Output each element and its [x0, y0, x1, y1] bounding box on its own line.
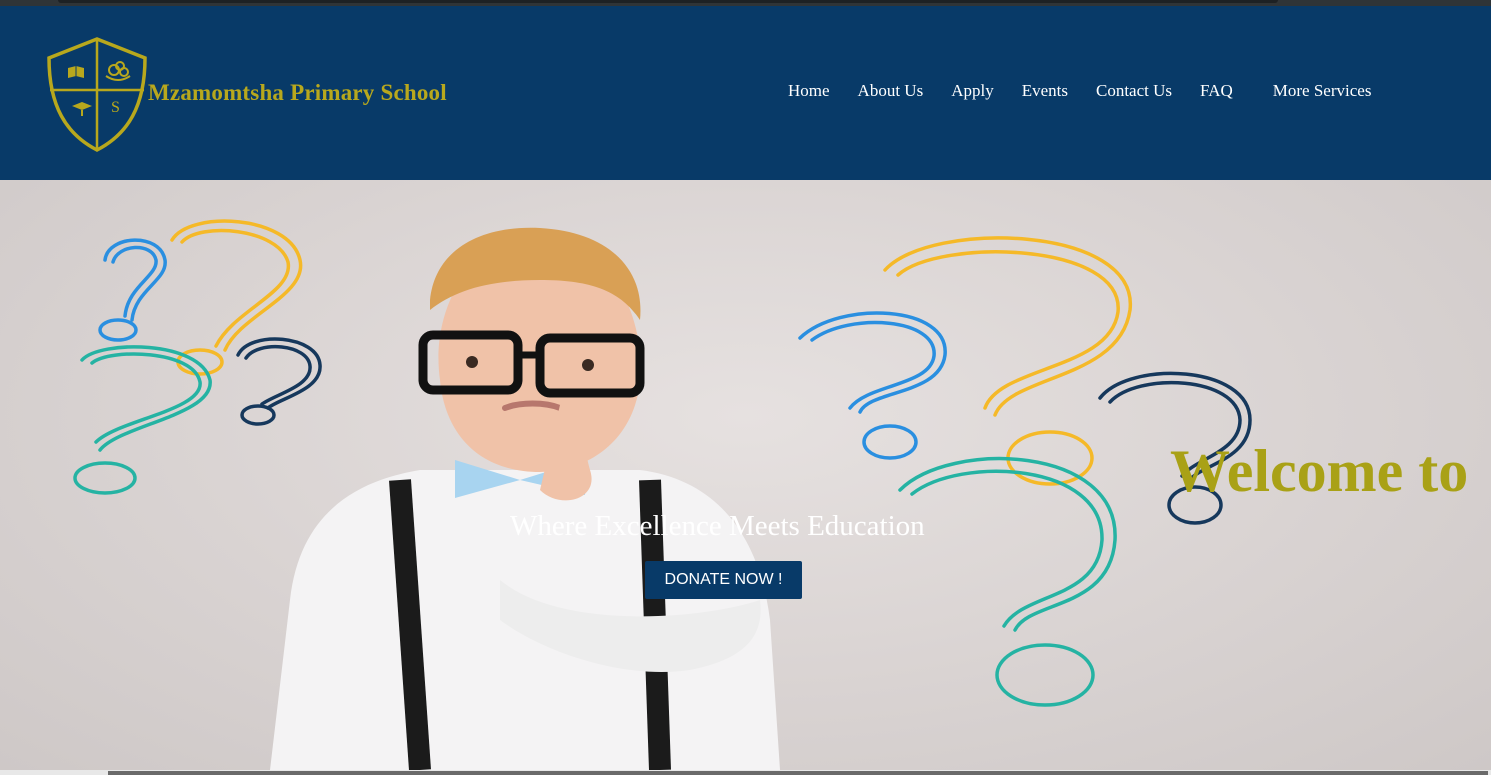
question-mark-icon	[798, 311, 947, 460]
question-mark-icon	[170, 219, 303, 376]
top-strip-bar	[58, 0, 1278, 3]
site-header: S Mzamomtsha Primary School Home About U…	[0, 6, 1491, 180]
question-mark-icon	[898, 456, 1117, 707]
nav-contact-us[interactable]: Contact Us	[1096, 81, 1172, 101]
nav-home[interactable]: Home	[788, 81, 830, 101]
scrollbar-thumb[interactable]	[108, 771, 1488, 775]
boy-illustration	[270, 227, 780, 770]
brand[interactable]: S Mzamomtsha Primary School	[46, 36, 447, 154]
hero-banner: Welcome to Where Excellence Meets Educat…	[0, 180, 1491, 770]
question-mark-icon	[98, 238, 167, 342]
main-nav: Home About Us Apply Events Contact Us FA…	[788, 81, 1371, 101]
donate-button[interactable]: DONATE NOW !	[645, 561, 802, 599]
nav-events[interactable]: Events	[1022, 81, 1068, 101]
horizontal-scrollbar[interactable]	[0, 770, 1491, 775]
nav-about-us[interactable]: About Us	[858, 81, 924, 101]
welcome-heading: Welcome to	[1170, 438, 1469, 504]
question-mark-icon	[236, 337, 322, 426]
question-mark-icon	[883, 236, 1132, 486]
shield-crest-icon: S	[47, 37, 147, 152]
school-name[interactable]: Mzamomtsha Primary School	[148, 80, 447, 106]
hero-tagline: Where Excellence Meets Education	[510, 510, 925, 542]
question-mark-icon	[73, 345, 212, 495]
nav-apply[interactable]: Apply	[951, 81, 994, 101]
nav-faq[interactable]: FAQ	[1200, 81, 1233, 101]
nav-more-services[interactable]: More Services	[1273, 81, 1372, 101]
crest-letter: S	[111, 99, 120, 116]
